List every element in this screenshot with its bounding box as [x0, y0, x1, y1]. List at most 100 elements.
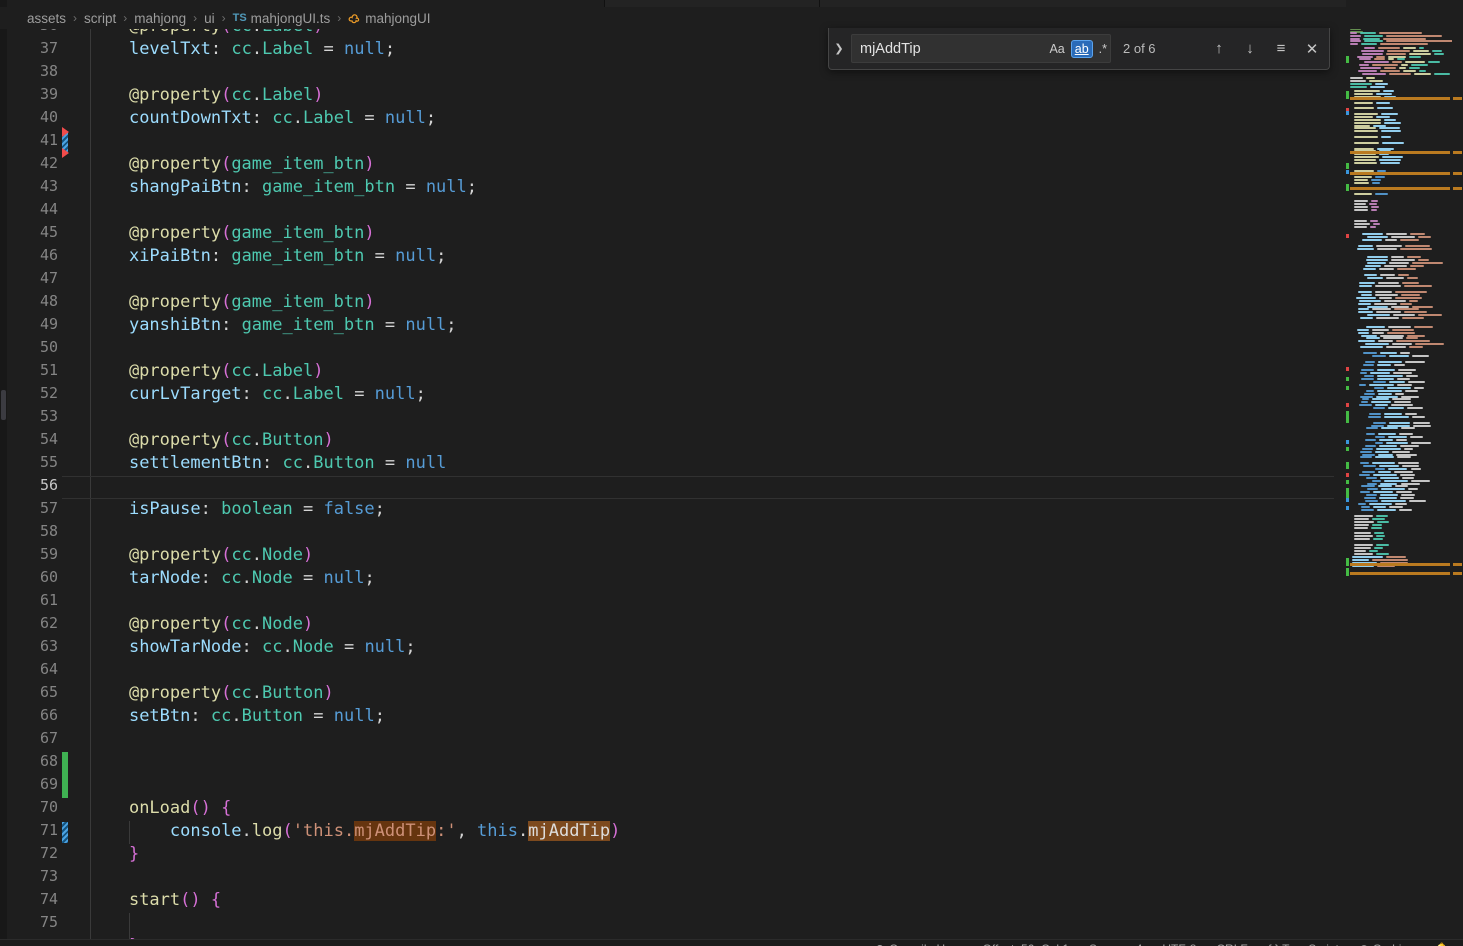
line-number[interactable]: 58 [7, 522, 58, 545]
code-line[interactable]: 75 [7, 913, 1334, 936]
code-line[interactable]: 62 @property(cc.Node) [7, 614, 1334, 637]
code-line[interactable]: 46 xiPaiBtn: game_item_btn = null; [7, 246, 1334, 269]
status-item-cursor-position[interactable]: Offset: 56, Col 1 [983, 942, 1070, 946]
line-number[interactable]: 44 [7, 200, 58, 223]
status-item-encoding[interactable]: UTF-8 [1162, 942, 1196, 946]
line-number[interactable]: 65 [7, 683, 58, 706]
code-line[interactable]: 41 [7, 127, 1334, 158]
find-in-selection-button[interactable]: ≡ [1270, 38, 1292, 60]
line-number[interactable]: 66 [7, 706, 58, 729]
regex-toggle[interactable]: .* [1099, 42, 1107, 56]
breadcrumb-item-assets[interactable]: assets [27, 11, 66, 26]
line-number[interactable]: 56 [7, 476, 58, 499]
line-number[interactable]: 74 [7, 890, 58, 913]
code-line[interactable]: 60 tarNode: cc.Node = null; [7, 568, 1334, 591]
breadcrumb-item-script[interactable]: script [84, 11, 116, 26]
code-line[interactable]: 61 [7, 591, 1334, 614]
line-number[interactable]: 45 [7, 223, 58, 246]
line-number[interactable]: 59 [7, 545, 58, 568]
line-number[interactable]: 68 [7, 752, 58, 775]
breadcrumb-item-mahjong[interactable]: mahjong [134, 11, 186, 26]
status-item-eol[interactable]: CRLF [1216, 942, 1247, 946]
match-case-toggle[interactable]: Aa [1049, 42, 1064, 56]
code-area[interactable]: 36 @property(cc.Label)37 levelTxt: cc.La… [7, 0, 1346, 946]
status-item-indentation[interactable]: Spaces: 4 [1089, 942, 1142, 946]
code-line[interactable]: 69 [7, 775, 1334, 798]
line-number[interactable]: 43 [7, 177, 58, 200]
line-number[interactable]: 70 [7, 798, 58, 821]
status-item-notifications[interactable]: 🔔 [1434, 942, 1449, 946]
code-line[interactable]: 55 settlementBtn: cc.Button = null [7, 453, 1334, 476]
code-line[interactable]: 42 @property(game_item_btn) [7, 154, 1334, 177]
status-item-compile-hero[interactable]: ⟳ Compile Hero [876, 942, 963, 946]
code-line[interactable]: 72 } [7, 844, 1334, 867]
line-number[interactable]: 49 [7, 315, 58, 338]
code-line[interactable]: 44 [7, 200, 1334, 223]
line-number[interactable]: 41 [7, 131, 58, 154]
line-number[interactable]: 48 [7, 292, 58, 315]
line-number[interactable]: 52 [7, 384, 58, 407]
code-line[interactable]: 68 [7, 752, 1334, 798]
line-number[interactable]: 73 [7, 867, 58, 890]
code-line[interactable]: 70 onLoad() { [7, 798, 1334, 821]
line-number[interactable]: 67 [7, 729, 58, 752]
code-line[interactable]: 58 [7, 522, 1334, 545]
line-number[interactable]: 72 [7, 844, 58, 867]
line-number[interactable]: 51 [7, 361, 58, 384]
code-line[interactable]: 47 [7, 269, 1334, 292]
code-line[interactable]: 39 @property(cc.Label) [7, 85, 1334, 108]
active-tab-sliver[interactable] [0, 0, 604, 7]
code-line[interactable]: 66 setBtn: cc.Button = null; [7, 706, 1334, 729]
line-number[interactable]: 39 [7, 85, 58, 108]
line-number[interactable]: 54 [7, 430, 58, 453]
code-line[interactable]: 50 [7, 338, 1334, 361]
code-line[interactable]: 63 showTarNode: cc.Node = null; [7, 637, 1334, 660]
line-number[interactable]: 40 [7, 108, 58, 131]
line-number[interactable]: 55 [7, 453, 58, 476]
code-line[interactable]: 67 [7, 729, 1334, 752]
find-next-button[interactable]: ↓ [1239, 38, 1261, 60]
line-number[interactable]: 38 [7, 62, 58, 85]
line-number[interactable]: 75 [7, 913, 58, 936]
status-item-go-live[interactable]: ◎ Go Live [1359, 942, 1414, 946]
code-line[interactable]: 73 [7, 867, 1334, 890]
code-line[interactable]: 52 curLvTarget: cc.Label = null; [7, 384, 1334, 407]
line-number[interactable]: 53 [7, 407, 58, 430]
code-line[interactable]: 56 [7, 476, 1334, 499]
line-number[interactable]: 69 [7, 775, 58, 798]
code-line[interactable]: 49 yanshiBtn: game_item_btn = null; [7, 315, 1334, 338]
left-scrollbar-handle[interactable] [1, 390, 6, 420]
line-number[interactable]: 57 [7, 499, 58, 522]
find-input[interactable] [852, 40, 1047, 57]
line-number[interactable]: 61 [7, 591, 58, 614]
line-number[interactable]: 47 [7, 269, 58, 292]
code-line[interactable]: 48 @property(game_item_btn) [7, 292, 1334, 315]
code-line[interactable]: 45 @property(game_item_btn) [7, 223, 1334, 246]
code-line[interactable]: 53 [7, 407, 1334, 430]
line-number[interactable]: 62 [7, 614, 58, 637]
breadcrumb-item-ui[interactable]: ui [204, 11, 215, 26]
code-line[interactable]: 65 @property(cc.Button) [7, 683, 1334, 706]
breadcrumb-item-mahjongui-ts[interactable]: TS mahjongUI.ts [233, 11, 331, 26]
code-line[interactable]: 74 start() { [7, 890, 1334, 913]
find-previous-button[interactable]: ↑ [1208, 38, 1230, 60]
line-number[interactable]: 64 [7, 660, 58, 683]
line-number[interactable]: 60 [7, 568, 58, 591]
code-line[interactable]: 43 shangPaiBtn: game_item_btn = null; [7, 177, 1334, 200]
minimap[interactable] [1346, 0, 1452, 946]
code-line[interactable]: 40 countDownTxt: cc.Label = null; [7, 108, 1334, 131]
code-line[interactable]: 71 console.log('this.mjAddTip:', this.mj… [7, 821, 1334, 844]
whole-word-toggle[interactable]: ab [1070, 39, 1093, 58]
toggle-replace-chevron-icon[interactable]: ❯ [831, 30, 847, 68]
find-close-button[interactable]: ✕ [1301, 38, 1323, 60]
line-number[interactable]: 42 [7, 154, 58, 177]
line-number[interactable]: 37 [7, 39, 58, 62]
editor-pane[interactable]: 36 @property(cc.Label)37 levelTxt: cc.La… [7, 0, 1346, 946]
line-number[interactable]: 46 [7, 246, 58, 269]
code-line[interactable]: 57 isPause: boolean = false; [7, 499, 1334, 522]
breadcrumb-item-mahjongui[interactable]: mahjongUI [348, 11, 431, 26]
line-number[interactable]: 71 [7, 821, 58, 844]
code-line[interactable]: 59 @property(cc.Node) [7, 545, 1334, 568]
line-number[interactable]: 50 [7, 338, 58, 361]
status-item-language-mode[interactable]: { } TypeScript [1268, 942, 1339, 946]
